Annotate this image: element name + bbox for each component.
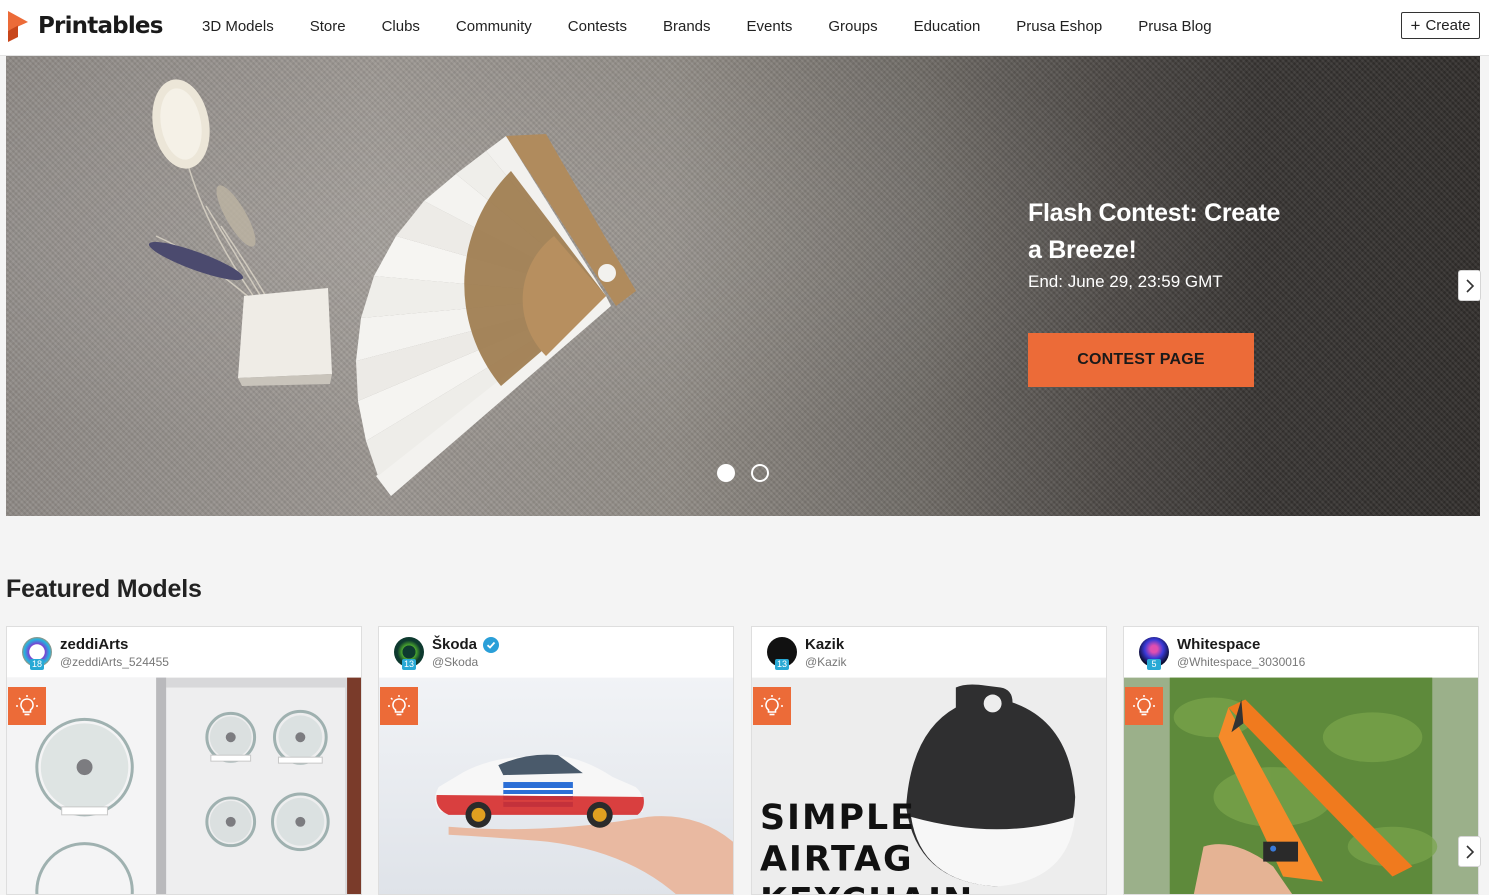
card-author-row[interactable]: 13 Škoda @Skoda [379, 627, 733, 677]
card-author-row[interactable]: 18 zeddiArts @zeddiArts_524455 [7, 627, 361, 677]
contest-page-button[interactable]: CONTEST PAGE [1028, 333, 1254, 387]
featured-next-button[interactable] [1458, 836, 1481, 867]
hero-title: Flash Contest: Create a Breeze! [1028, 199, 1281, 264]
hero-banner[interactable]: Flash Contest: Create a Breeze! End: Jun… [6, 56, 1480, 516]
author-handle: @Whitespace_3030016 [1177, 655, 1306, 669]
model-card[interactable]: 5 Whitespace @Whitespace_3030016 [1123, 626, 1479, 895]
nav-community[interactable]: Community [438, 18, 550, 35]
model-card[interactable]: 13 Škoda @Skoda [378, 626, 734, 895]
nav-clubs[interactable]: Clubs [364, 18, 438, 35]
model-card[interactable]: 18 zeddiArts @zeddiArts_524455 [6, 626, 362, 895]
author-name[interactable]: zeddiArts [60, 636, 128, 653]
model-image-toy-car[interactable] [379, 677, 733, 895]
nav-events[interactable]: Events [729, 18, 811, 35]
lightbulb-icon [380, 687, 418, 725]
svg-text:KEYCHAIN: KEYCHAIN [760, 881, 974, 895]
level-badge: 18 [30, 659, 45, 670]
model-image-pot-lid-holders[interactable] [7, 677, 361, 895]
model-image-flying-wing[interactable] [1124, 677, 1478, 895]
chevron-right-icon [1465, 278, 1474, 293]
author-name[interactable]: Kazik [805, 636, 844, 653]
svg-text:AIRTAG: AIRTAG [760, 840, 914, 880]
carousel-dots [717, 464, 769, 482]
nav-contests[interactable]: Contests [550, 18, 645, 35]
nav-brands[interactable]: Brands [645, 18, 729, 35]
lightbulb-icon [8, 687, 46, 725]
level-badge: 5 [1147, 659, 1161, 670]
carousel-dot-1[interactable] [717, 464, 735, 482]
main-nav: 3D Models Store Clubs Community Contests… [184, 0, 1230, 52]
carousel-dot-2[interactable] [751, 464, 769, 482]
level-badge: 13 [402, 659, 417, 670]
hero-end-date: End: June 29, 23:59 GMT [1028, 272, 1223, 291]
lightbulb-icon [1125, 687, 1163, 725]
model-card[interactable]: 13 Kazik @Kazik SIMPLE AIRTAG KEYCHAIN [751, 626, 1107, 895]
plus-icon: + [1410, 16, 1421, 35]
model-image-airtag-keychain[interactable]: SIMPLE AIRTAG KEYCHAIN [752, 677, 1106, 895]
hero-fan-image [148, 79, 636, 496]
create-label: Create [1425, 17, 1471, 34]
author-name[interactable]: Škoda [432, 636, 500, 653]
brand-name: Printables [38, 13, 163, 39]
author-name[interactable]: Whitespace [1177, 636, 1260, 653]
card-author-row[interactable]: 5 Whitespace @Whitespace_3030016 [1124, 627, 1478, 677]
nav-prusa-blog[interactable]: Prusa Blog [1120, 18, 1229, 35]
chevron-right-icon [1465, 844, 1474, 859]
printables-logo-icon [8, 11, 28, 42]
author-handle: @zeddiArts_524455 [60, 655, 169, 669]
top-header: Printables 3D Models Store Clubs Communi… [0, 0, 1489, 56]
nav-prusa-eshop[interactable]: Prusa Eshop [998, 18, 1120, 35]
svg-text:SIMPLE: SIMPLE [760, 798, 916, 838]
author-handle: @Skoda [432, 655, 479, 669]
hero-next-button[interactable] [1458, 270, 1481, 301]
nav-groups[interactable]: Groups [810, 18, 895, 35]
printables-logo[interactable]: Printables [6, 9, 163, 43]
author-handle: @Kazik [805, 655, 847, 669]
featured-models-heading: Featured Models [6, 575, 202, 603]
nav-store[interactable]: Store [292, 18, 364, 35]
create-button[interactable]: + Create [1401, 12, 1480, 39]
verified-icon [483, 636, 500, 653]
card-author-row[interactable]: 13 Kazik @Kazik [752, 627, 1106, 677]
level-badge: 13 [775, 659, 790, 670]
nav-education[interactable]: Education [896, 18, 999, 35]
lightbulb-icon [753, 687, 791, 725]
nav-3d-models[interactable]: 3D Models [184, 18, 292, 35]
